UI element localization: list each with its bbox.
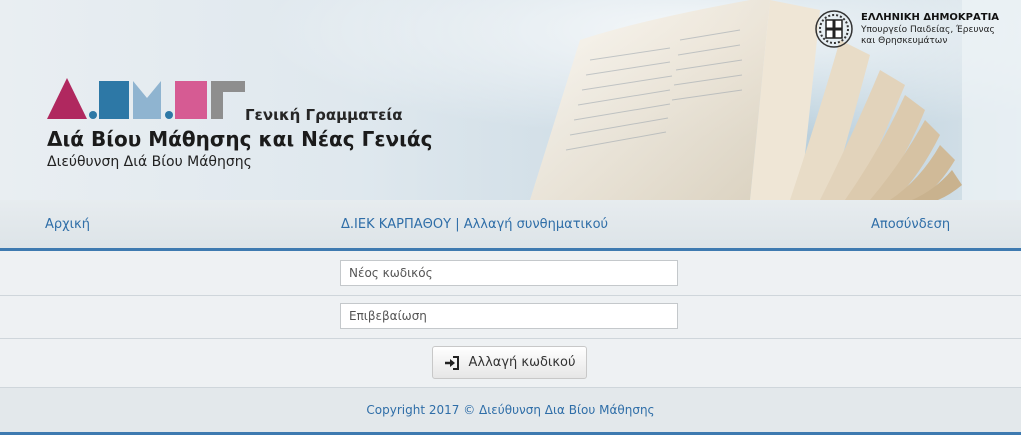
sign-in-icon xyxy=(444,355,459,370)
form-row-submit: Αλλαγή κωδικού xyxy=(0,339,1021,388)
footer: Copyright 2017 © Διεύθυνση Δια Βίου Μάθη… xyxy=(0,388,1021,435)
general-secretariat-label: Γενική Γραμματεία xyxy=(245,106,403,124)
confirm-password-input[interactable] xyxy=(340,303,678,329)
nav-center: Δ.ΙΕΚ ΚΑΡΠΑΘΟΥ | Αλλαγή συνθηματικού xyxy=(341,217,608,232)
government-block: ΕΛΛΗΝΙΚΗ ΔΗΜΟΚΡΑΤΙΑ Υπουργείο Παιδείας, … xyxy=(815,10,1015,50)
government-name: ΕΛΛΗΝΙΚΗ ΔΗΜΟΚΡΑΤΙΑ xyxy=(861,12,1000,23)
nav-institution-link[interactable]: Δ.ΙΕΚ ΚΑΡΠΑΘΟΥ xyxy=(341,217,451,232)
new-password-input[interactable] xyxy=(340,260,678,286)
greek-emblem-icon xyxy=(815,10,853,48)
nav-home-link[interactable]: Αρχική xyxy=(45,217,90,232)
nav-change-password-link[interactable]: Αλλαγή συνθηματικού xyxy=(464,217,608,232)
nav-logout-link[interactable]: Αποσύνδεση xyxy=(871,217,950,232)
page-title: Διά Βίου Μάθησης και Νέας Γενιάς xyxy=(47,127,433,151)
change-password-button[interactable]: Αλλαγή κωδικού xyxy=(432,346,587,379)
dbmng-logo xyxy=(47,78,245,119)
page-subtitle: Διεύθυνση Διά Βίου Μάθησης xyxy=(47,154,252,170)
ministry-name: Υπουργείο Παιδείας, Έρευνας και Θρησκευμ… xyxy=(861,25,995,46)
change-password-button-label: Αλλαγή κωδικού xyxy=(468,355,576,370)
nav-separator: | xyxy=(455,217,464,232)
header-banner: Γενική Γραμματεία Διά Βίου Μάθησης και Ν… xyxy=(0,0,1021,200)
form-row-confirm-password xyxy=(0,296,1021,339)
footer-copyright: Copyright 2017 © Διεύθυνση Δια Βίου Μάθη… xyxy=(366,403,655,417)
navigation-bar: Αρχική Δ.ΙΕΚ ΚΑΡΠΑΘΟΥ | Αλλαγή συνθηματι… xyxy=(0,200,1021,251)
form-row-new-password xyxy=(0,251,1021,296)
